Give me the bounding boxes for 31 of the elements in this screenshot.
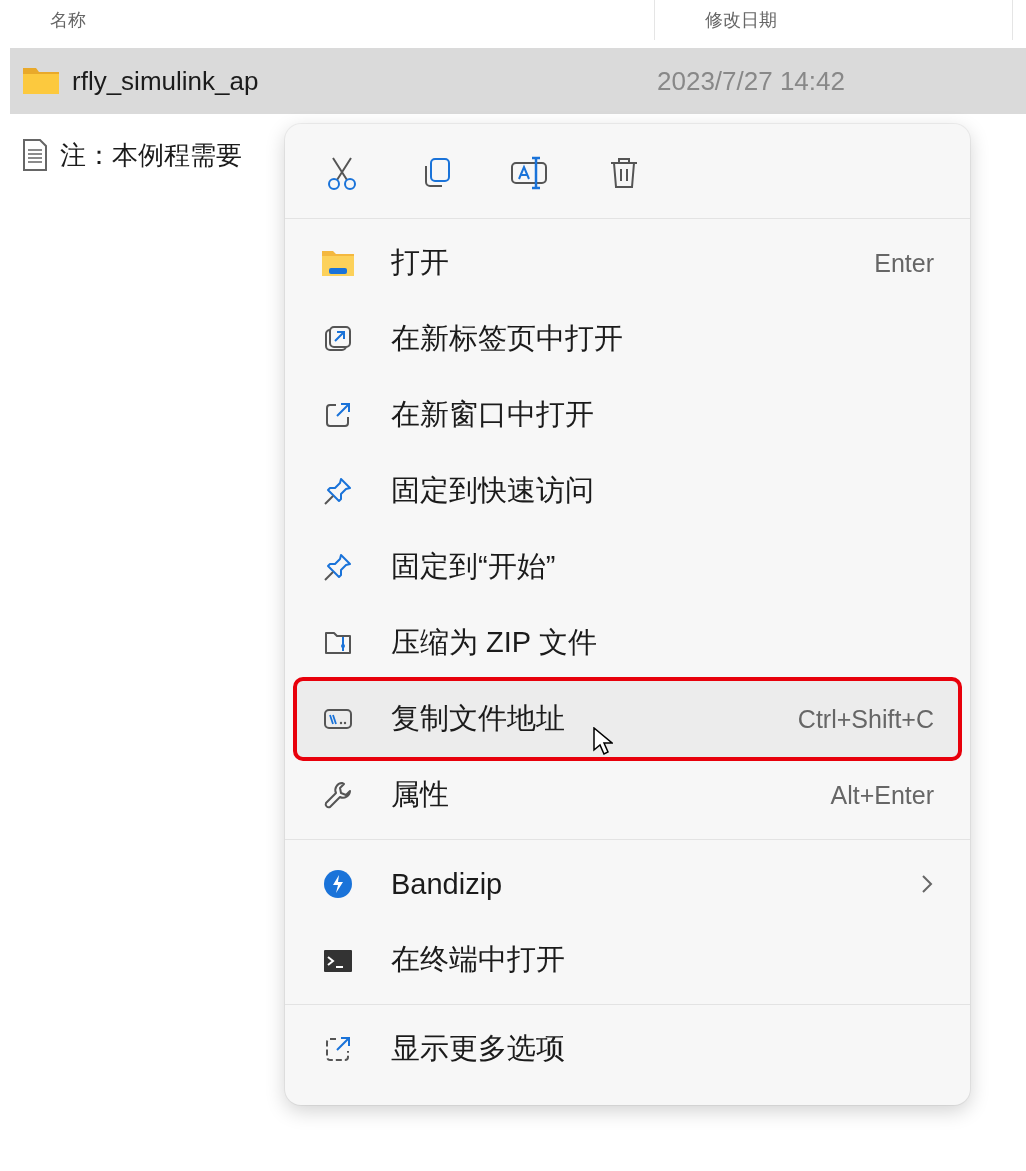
rename-icon xyxy=(510,156,550,190)
file-row[interactable]: 注：本例程需要 xyxy=(10,122,1026,188)
file-date: 2023/7/27 14:42 xyxy=(657,65,845,97)
menu-item[interactable]: 固定到“开始” xyxy=(297,529,958,605)
scissors-icon xyxy=(327,156,357,190)
file-row[interactable]: rfly_simulink_ap 2023/7/27 14:42 xyxy=(10,48,1026,114)
trash-icon xyxy=(609,156,639,190)
column-header[interactable]: 修改日期 xyxy=(705,8,777,32)
folder-icon xyxy=(22,66,60,96)
menu-item[interactable]: 显示更多选项 xyxy=(297,1011,958,1087)
pin-icon xyxy=(323,476,353,506)
menu-item[interactable]: 固定到快速访问 xyxy=(297,453,958,529)
menu-item[interactable]: 在新标签页中打开 xyxy=(297,301,958,377)
folder-icon xyxy=(321,248,355,278)
document-icon xyxy=(22,139,48,171)
menu-item[interactable]: 在新窗口中打开 xyxy=(297,377,958,453)
menu-item[interactable]: 在终端中打开 xyxy=(297,922,958,998)
file-name: rfly_simulink_ap xyxy=(72,65,259,97)
wrench-icon xyxy=(323,780,353,810)
column-header[interactable]: 名称 xyxy=(50,8,86,32)
pin-icon xyxy=(323,552,353,582)
cursor-icon xyxy=(593,727,613,755)
menu-item[interactable]: Bandizip xyxy=(297,846,958,922)
menu-item[interactable]: 压缩为 ZIP 文件 xyxy=(297,605,958,681)
file-name: 注：本例程需要 xyxy=(60,138,242,172)
new-tab-icon xyxy=(323,324,353,354)
bolt-circle-icon xyxy=(323,869,353,899)
menu-item[interactable]: 属性 Alt+Enter xyxy=(297,757,958,833)
more-options-icon xyxy=(323,1034,353,1064)
menu-item[interactable]: 打开 Enter xyxy=(297,225,958,301)
external-window-icon xyxy=(323,400,353,430)
